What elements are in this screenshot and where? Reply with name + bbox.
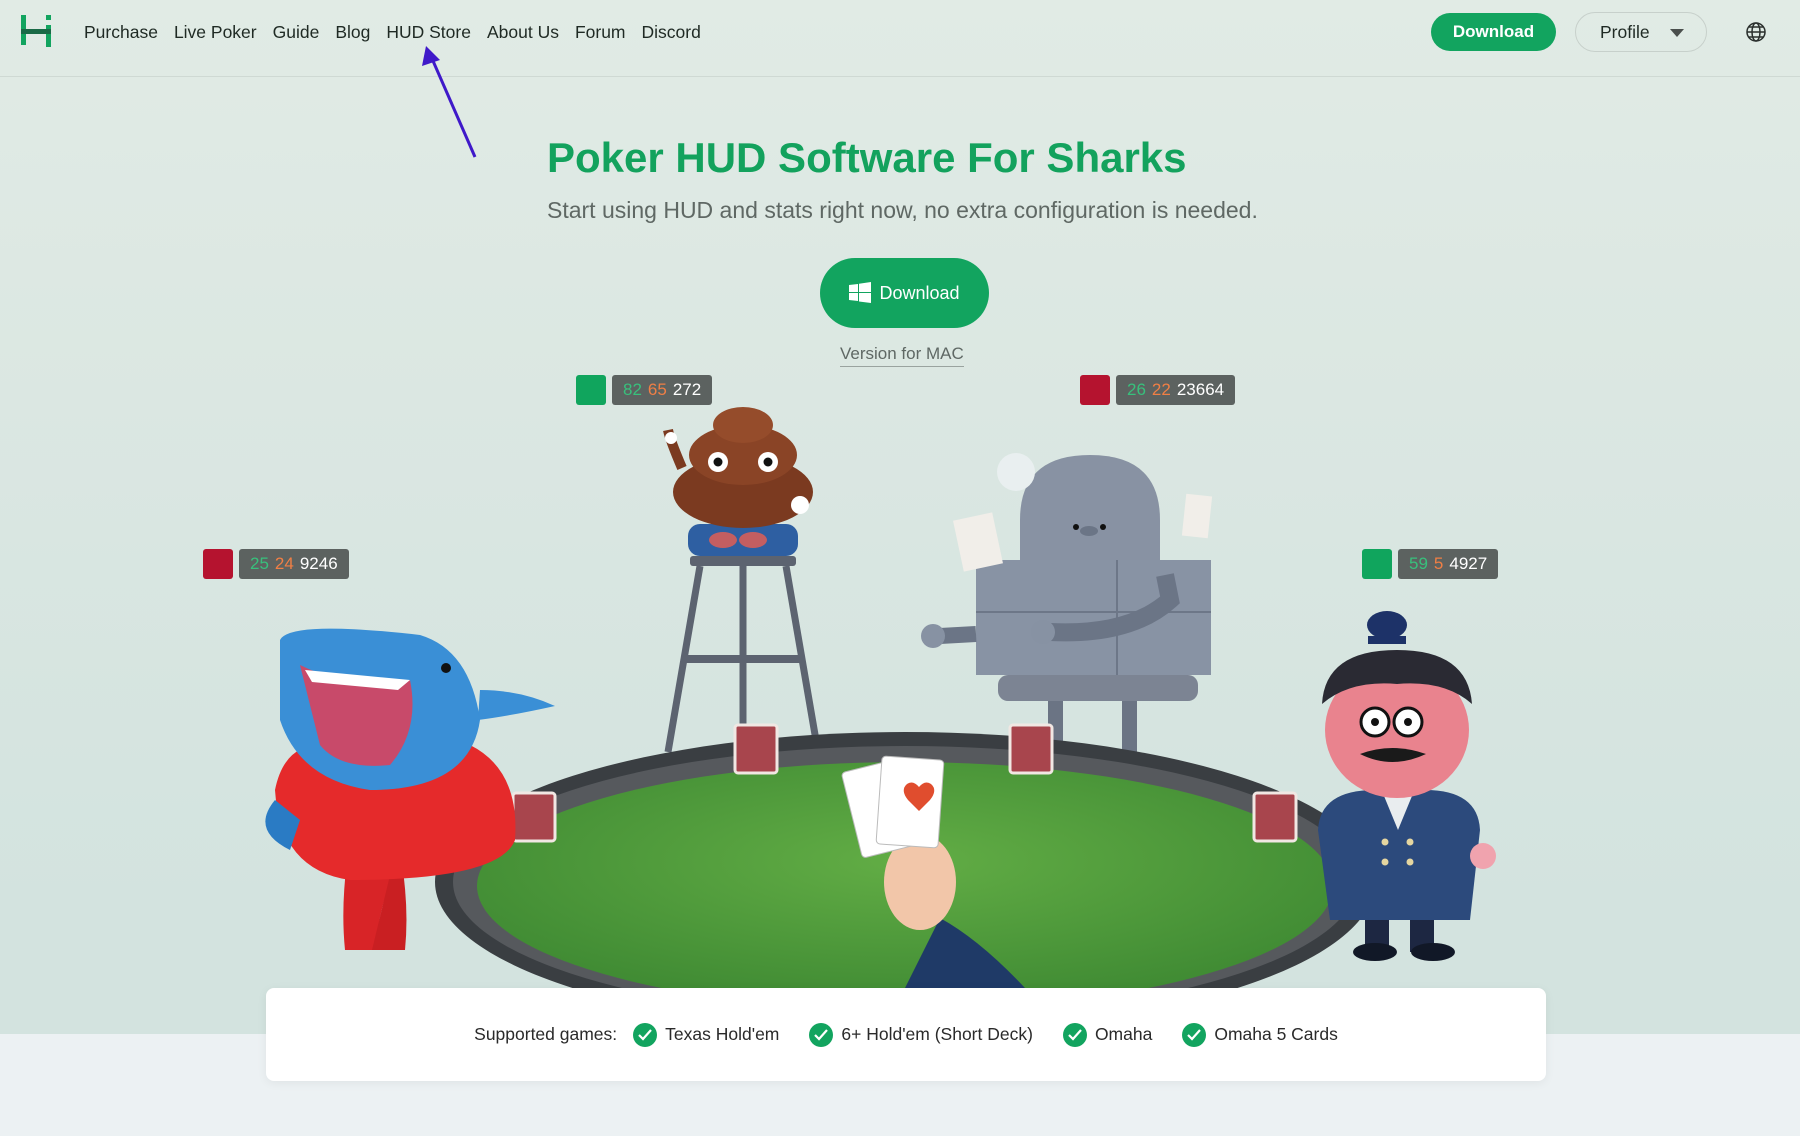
player-color-swatch [203, 549, 233, 579]
player-badge-shark[interactable]: 25 24 9246 [203, 549, 349, 579]
annotation-arrow [422, 46, 477, 158]
player-badge-gentleman[interactable]: 59 5 4927 [1362, 549, 1499, 579]
profile-dropdown-button[interactable]: Profile [1575, 12, 1707, 52]
nav-blog[interactable]: Blog [335, 22, 370, 43]
hero-download-button[interactable]: Download [820, 258, 989, 328]
robot-character [921, 453, 1213, 755]
player-stats: 82 65 272 [612, 375, 713, 405]
game-omaha: Omaha [1062, 1022, 1152, 1047]
logo-icon[interactable] [18, 13, 54, 49]
nav-discord[interactable]: Discord [642, 22, 701, 43]
poop-character [663, 407, 813, 556]
header-download-button[interactable]: Download [1431, 13, 1556, 51]
nav-forum[interactable]: Forum [575, 22, 626, 43]
caret-down-icon [1670, 29, 1684, 37]
nav-guide[interactable]: Guide [273, 22, 320, 43]
game-short-deck: 6+ Hold'em (Short Deck) [809, 1022, 1033, 1047]
hero-subtitle: Start using HUD and stats right now, no … [547, 197, 1258, 223]
check-icon [1182, 1022, 1207, 1047]
nav-hud-store[interactable]: HUD Store [386, 22, 471, 43]
player-color-swatch [576, 375, 606, 405]
game-omaha-5-cards: Omaha 5 Cards [1182, 1022, 1338, 1047]
player-badge-poop[interactable]: 82 65 272 [576, 375, 713, 405]
player-badge-robot[interactable]: 26 22 23664 [1080, 375, 1236, 405]
stool [664, 556, 822, 753]
windows-icon [849, 282, 872, 303]
player-color-swatch [1362, 549, 1392, 579]
supported-games-label: Supported games: [474, 1024, 618, 1044]
player-color-swatch [1080, 375, 1110, 405]
hero-title: Poker HUD Software For Sharks [547, 134, 1187, 181]
gentleman-character [1318, 611, 1496, 961]
nav-about-us[interactable]: About Us [487, 22, 559, 43]
profile-label: Profile [1600, 21, 1650, 42]
globe-icon[interactable] [1745, 21, 1767, 43]
supported-games-bar: Supported games: Texas Hold'em 6+ Hold'e… [266, 988, 1546, 1081]
poker-table-illustration [265, 407, 1496, 988]
player-stats: 25 24 9246 [239, 549, 349, 579]
game-texas-holdem: Texas Hold'em [633, 1022, 779, 1047]
check-icon [633, 1022, 658, 1047]
player-stats: 59 5 4927 [1398, 549, 1499, 579]
check-icon [809, 1022, 834, 1047]
site-header: Purchase Live Poker Guide Blog HUD Store… [0, 0, 1800, 77]
main-nav: Purchase Live Poker Guide Blog HUD Store… [84, 0, 717, 64]
check-icon [1062, 1022, 1087, 1047]
nav-live-poker[interactable]: Live Poker [174, 22, 257, 43]
nav-purchase[interactable]: Purchase [84, 22, 158, 43]
player-stats: 26 22 23664 [1116, 375, 1236, 405]
hero-download-label: Download [879, 282, 960, 303]
